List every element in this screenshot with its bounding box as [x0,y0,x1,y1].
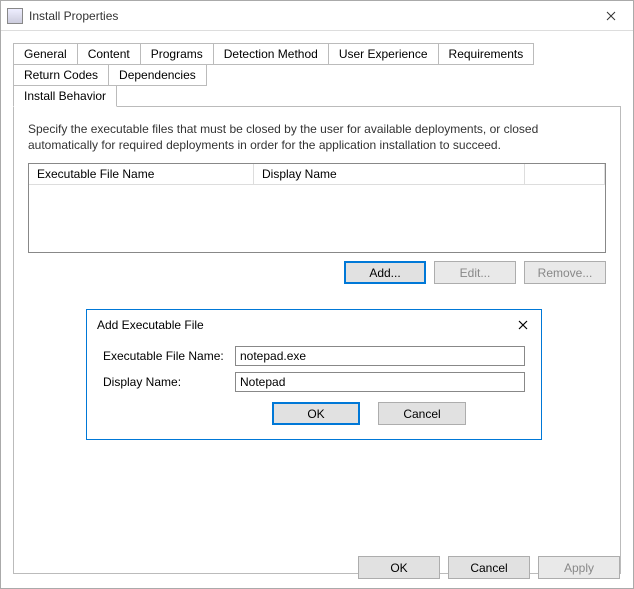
tab-general[interactable]: General [13,43,78,65]
window-close-button[interactable] [588,1,633,30]
close-icon [606,11,616,21]
modal-titlebar: Add Executable File [87,310,541,342]
tab-user-experience[interactable]: User Experience [328,43,439,65]
edit-button: Edit... [434,261,516,284]
tab-panel-install-behavior: Specify the executable files that must b… [13,106,621,574]
executables-grid[interactable]: Executable File Name Display Name [28,163,606,253]
column-display-name[interactable]: Display Name [254,164,525,185]
grid-buttons: Add... Edit... Remove... [28,261,606,284]
tab-return-codes[interactable]: Return Codes [13,64,109,86]
window-title: Install Properties [29,9,118,23]
modal-title: Add Executable File [97,318,204,332]
dialog-apply-button: Apply [538,556,620,579]
dialog-buttons: OK Cancel Apply [358,556,620,579]
remove-button: Remove... [524,261,606,284]
tab-row-1: General Content Programs Detection Metho… [13,43,621,85]
tab-control: General Content Programs Detection Metho… [13,43,621,574]
column-executable-file-name[interactable]: Executable File Name [29,164,254,185]
panel-description: Specify the executable files that must b… [28,121,606,153]
dialog-ok-button[interactable]: OK [358,556,440,579]
display-name-input[interactable] [235,372,525,392]
close-icon [518,320,528,330]
tab-row-2: Install Behavior [13,85,621,106]
modal-close-button[interactable] [513,316,533,334]
grid-header: Executable File Name Display Name [29,164,605,185]
tab-programs[interactable]: Programs [140,43,214,65]
tab-detection-method[interactable]: Detection Method [213,43,329,65]
tab-dependencies[interactable]: Dependencies [108,64,207,86]
modal-buttons: OK Cancel [103,402,525,425]
modal-ok-button[interactable]: OK [272,402,360,425]
tab-requirements[interactable]: Requirements [438,43,535,65]
label-display-name: Display Name: [103,375,235,389]
executable-file-name-input[interactable] [235,346,525,366]
titlebar: Install Properties [1,1,633,31]
label-executable-file-name: Executable File Name: [103,349,235,363]
modal-cancel-button[interactable]: Cancel [378,402,466,425]
column-spacer [525,164,605,185]
tab-install-behavior[interactable]: Install Behavior [13,85,117,107]
dialog-cancel-button[interactable]: Cancel [448,556,530,579]
add-executable-file-dialog: Add Executable File Executable File Name… [86,309,542,440]
modal-body: Executable File Name: Display Name: OK C… [87,342,541,439]
add-button[interactable]: Add... [344,261,426,284]
app-icon [7,8,23,24]
content-area: General Content Programs Detection Metho… [1,31,633,580]
tab-content[interactable]: Content [77,43,141,65]
